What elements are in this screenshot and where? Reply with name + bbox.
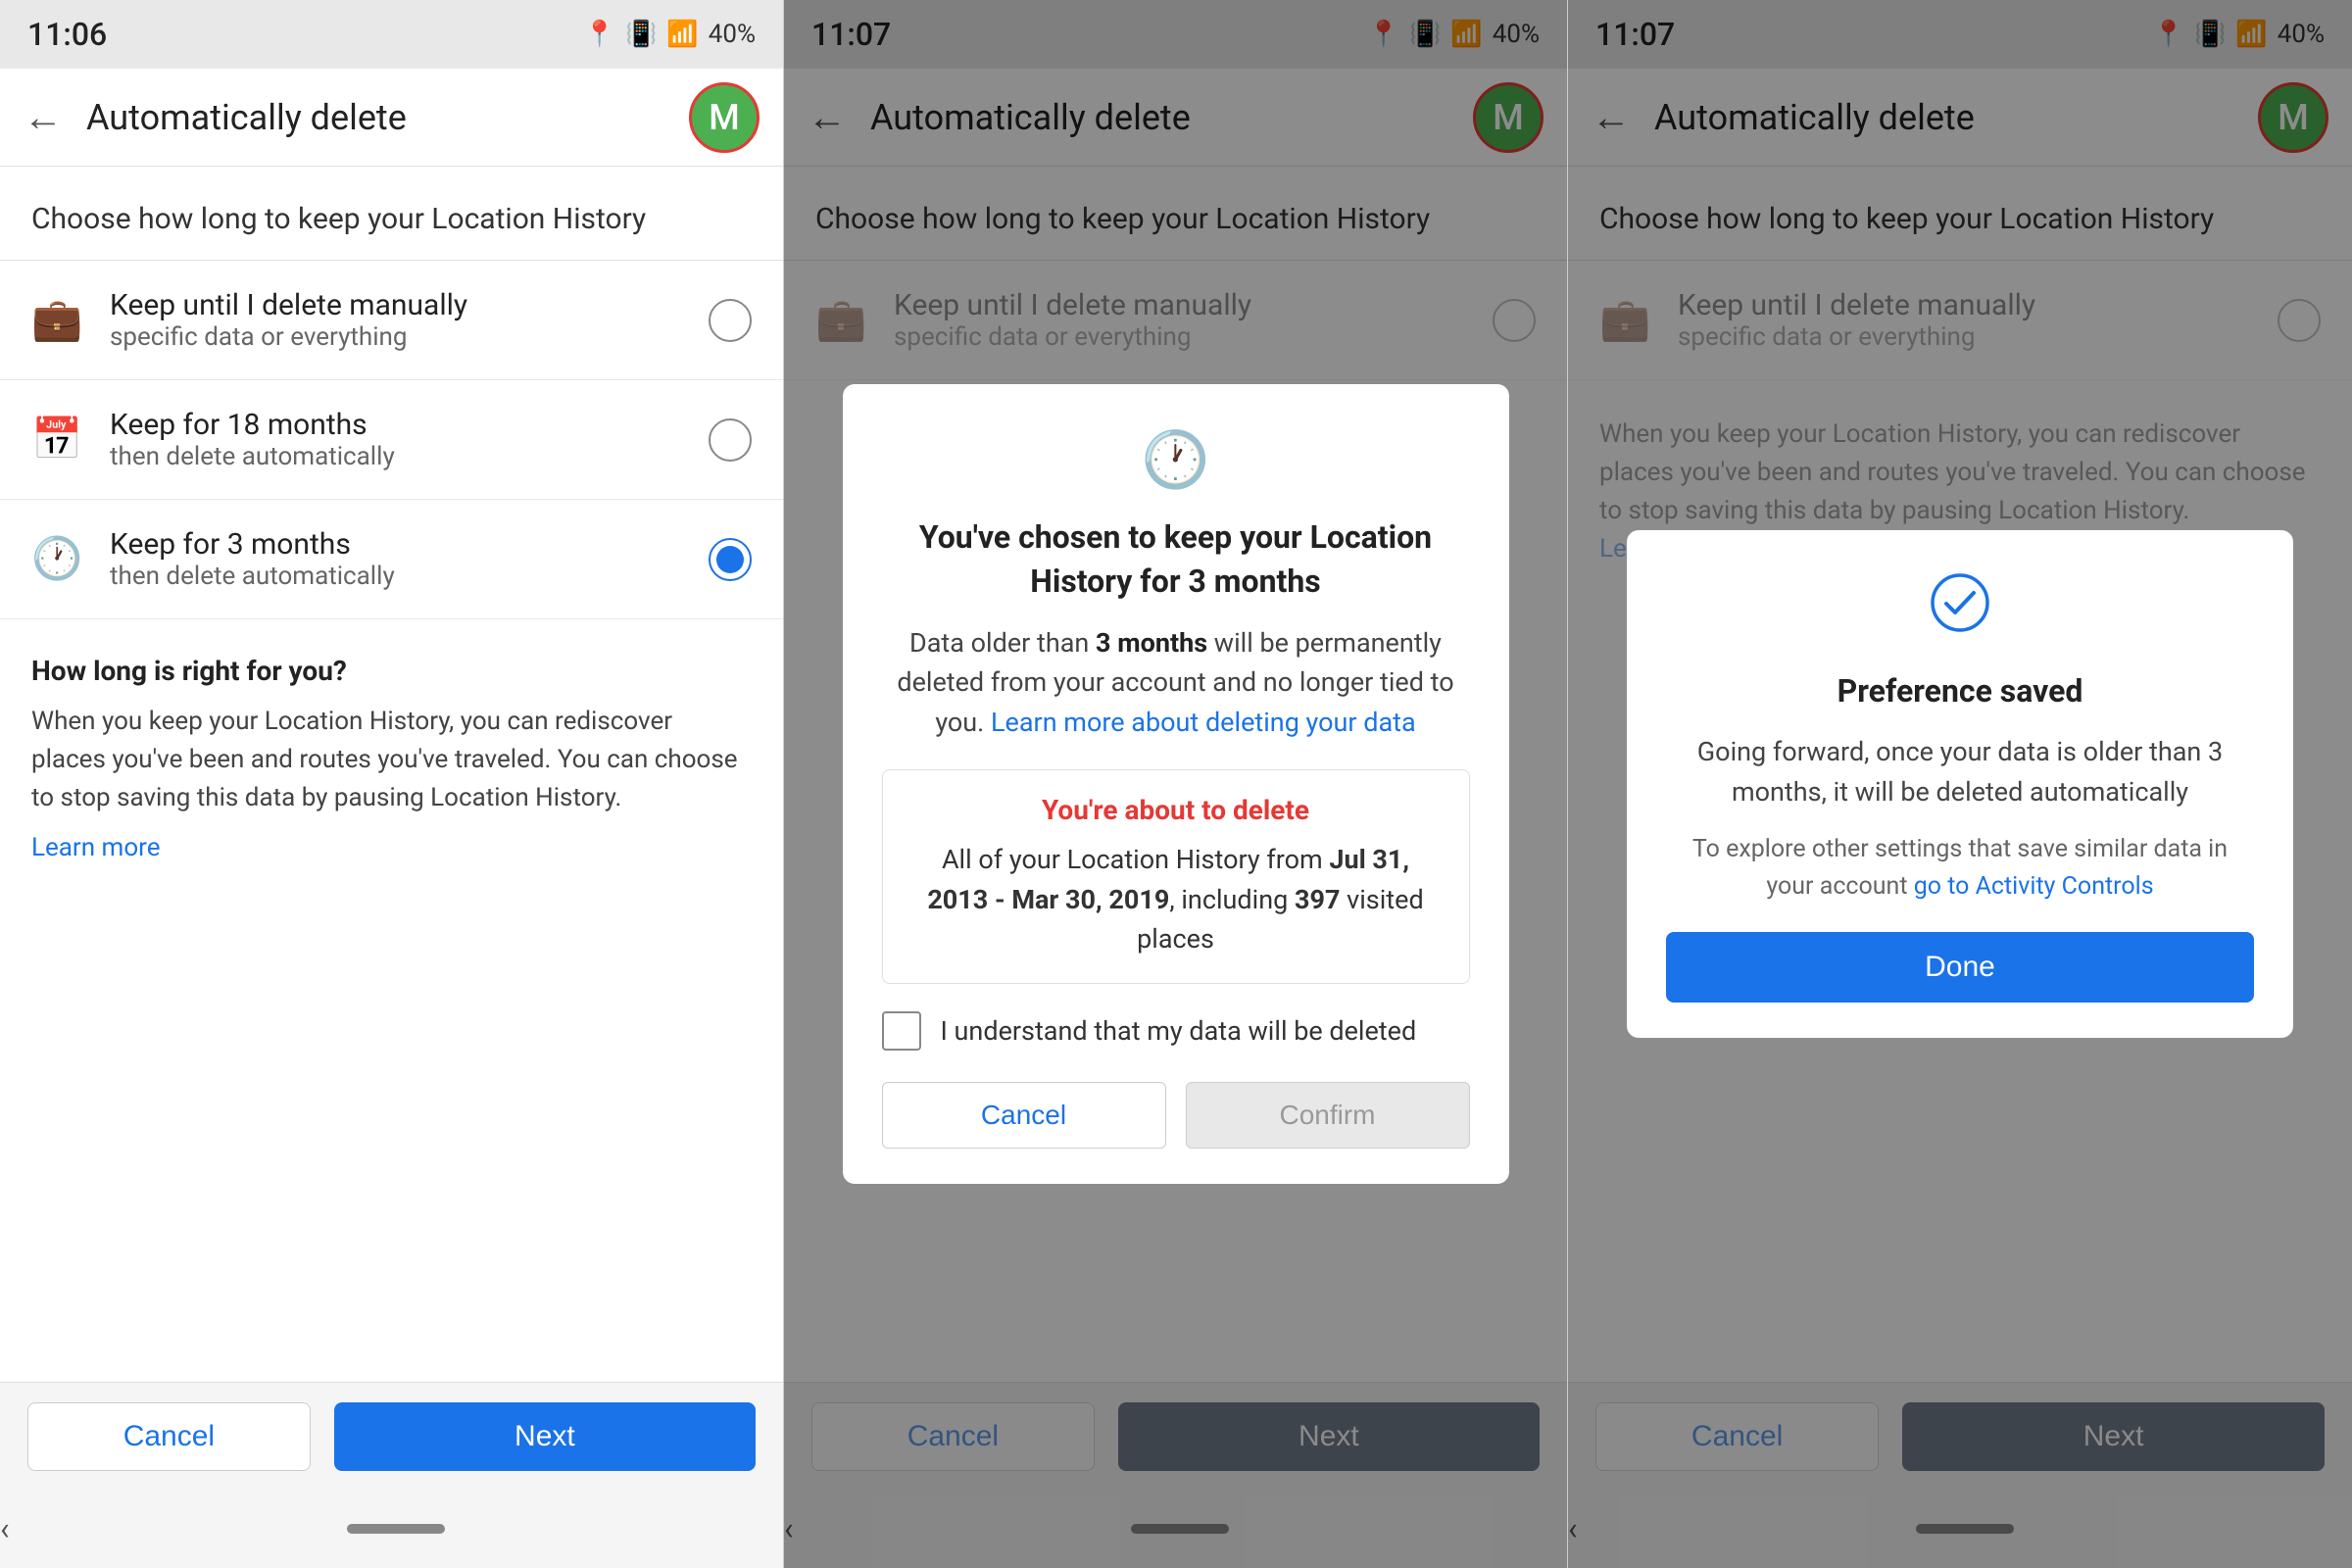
vibrate-icon: 📳	[625, 20, 657, 49]
clock-icon: 🕐	[31, 535, 82, 583]
confirmation-dialog: 🕐 You've chosen to keep your Location Hi…	[843, 384, 1509, 1184]
app-title-1: Automatically delete	[86, 97, 665, 138]
understand-checkbox-row: I understand that my data will be delete…	[882, 1011, 1470, 1051]
option-keep-manual[interactable]: 💼 Keep until I delete manually specific …	[0, 261, 783, 380]
next-button-1[interactable]: Next	[334, 1402, 756, 1471]
dialog-actions: Cancel Confirm	[882, 1082, 1470, 1149]
dialog-clock-icon: 🕐	[882, 427, 1470, 492]
pref-saved-body: Going forward, once your data is older t…	[1666, 732, 2254, 811]
status-icons-1: 📍 📳 📶 40%	[584, 20, 756, 49]
radio-2[interactable]	[709, 538, 752, 581]
pref-saved-sub: To explore other settings that save simi…	[1666, 831, 2254, 905]
status-time-1: 11:06	[27, 16, 107, 53]
panel-2: 11:07 📍 📳 📶 40% ← Automatically delete M…	[784, 0, 1568, 1568]
dialog-confirm-button[interactable]: Confirm	[1186, 1082, 1470, 1149]
preference-saved-dialog: Preference saved Going forward, once you…	[1627, 530, 2293, 1039]
delete-label: You're about to delete	[910, 794, 1442, 826]
dialog-overlay-2: 🕐 You've chosen to keep your Location Hi…	[784, 0, 1567, 1568]
radio-0[interactable]	[709, 299, 752, 342]
dialog-title-2: You've chosen to keep your Location Hist…	[882, 515, 1470, 604]
option-18months[interactable]: 📅 Keep for 18 months then delete automat…	[0, 380, 783, 500]
activity-controls-link[interactable]: go to Activity Controls	[1914, 872, 2154, 901]
briefcase-icon: 💼	[31, 296, 82, 344]
panel-3: 11:07 📍 📳 📶 40% ← Automatically delete M…	[1568, 0, 2352, 1568]
cancel-button-1[interactable]: Cancel	[27, 1402, 311, 1471]
info-title-1: How long is right for you?	[31, 655, 752, 687]
info-body-1: When you keep your Location History, you…	[31, 703, 752, 817]
learn-more-link-1[interactable]: Learn more	[31, 833, 752, 862]
status-bar-1: 11:06 📍 📳 📶 40%	[0, 0, 783, 69]
option-subtitle-0: specific data or everything	[110, 322, 681, 352]
app-bar-1: ← Automatically delete M	[0, 69, 783, 167]
options-list-1: 💼 Keep until I delete manually specific …	[0, 261, 783, 619]
page-title-1: Choose how long to keep your Location Hi…	[0, 167, 783, 261]
bottom-bar-1: Cancel Next	[0, 1382, 783, 1490]
wifi-icon: 📶	[666, 20, 698, 49]
option-subtitle-1: then delete automatically	[110, 442, 681, 471]
nav-back-1[interactable]: ‹	[0, 1510, 10, 1547]
option-title-0: Keep until I delete manually	[110, 288, 681, 322]
done-button[interactable]: Done	[1666, 932, 2254, 1003]
location-icon: 📍	[584, 20, 615, 49]
checkmark-icon	[1666, 573, 2254, 646]
pref-saved-title: Preference saved	[1666, 669, 2254, 713]
dialog-cancel-button[interactable]: Cancel	[882, 1082, 1166, 1149]
option-title-2: Keep for 3 months	[110, 527, 681, 562]
option-3months[interactable]: 🕐 Keep for 3 months then delete automati…	[0, 500, 783, 619]
delete-box: You're about to delete All of your Locat…	[882, 769, 1470, 984]
dialog-body-2: Data older than 3 months will be permane…	[882, 623, 1470, 743]
panel-1: 11:06 📍 📳 📶 40% ← Automatically delete M…	[0, 0, 784, 1568]
learn-more-link-2[interactable]: Learn more about deleting your data	[991, 707, 1416, 738]
dialog-overlay-3: Preference saved Going forward, once you…	[1568, 0, 2352, 1568]
battery-icon: 40%	[709, 20, 756, 49]
info-section-1: How long is right for you? When you keep…	[0, 619, 783, 1382]
radio-1[interactable]	[709, 418, 752, 462]
option-title-1: Keep for 18 months	[110, 408, 681, 442]
avatar-1[interactable]: M	[689, 82, 760, 153]
nav-pill-1	[347, 1524, 445, 1534]
option-subtitle-2: then delete automatically	[110, 562, 681, 591]
delete-desc: All of your Location History from Jul 31…	[910, 840, 1442, 959]
delete-count: 397	[1295, 884, 1340, 915]
calendar-icon: 📅	[31, 416, 82, 464]
back-button-1[interactable]: ←	[24, 94, 63, 140]
understand-checkbox[interactable]	[882, 1011, 921, 1051]
dialog-bold-months: 3 months	[1096, 627, 1207, 659]
nav-bar-1: ‹	[0, 1490, 783, 1568]
checkbox-label: I understand that my data will be delete…	[941, 1015, 1417, 1047]
